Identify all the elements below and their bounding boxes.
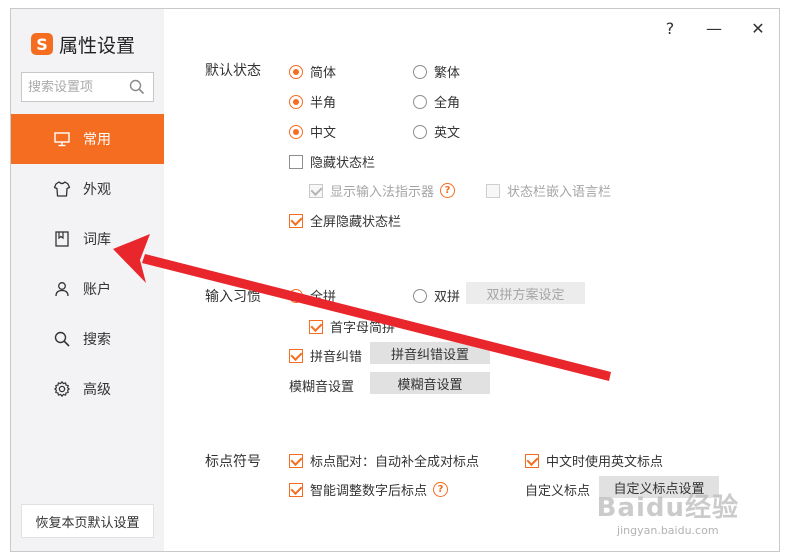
search-icon[interactable] [129, 79, 145, 95]
sidebar: S 属性设置 常用 外观 [11, 9, 164, 551]
checkbox-checked-icon [289, 348, 303, 363]
sidebar-item-advanced[interactable]: 高级 [11, 364, 164, 414]
sidebar-item-dictionary[interactable]: 词库 [11, 214, 164, 264]
titlebar-controls: ? — ✕ [659, 17, 769, 39]
sidebar-item-label: 常用 [83, 132, 111, 148]
checkbox-label: 首字母简拼 [330, 321, 396, 336]
help-icon[interactable]: ? [440, 183, 456, 198]
radio-full-width[interactable]: 全角 [413, 92, 460, 111]
punctuation-label: 标点符号 [205, 454, 261, 470]
sidebar-item-label: 账户 [83, 282, 111, 298]
checkbox-checked-icon [289, 482, 303, 497]
checkbox-embed-langbar[interactable]: 状态栏嵌入语言栏 [486, 181, 611, 200]
checkbox-initials[interactable]: 首字母简拼 [309, 317, 395, 336]
checkbox-smart-adjust[interactable]: 智能调整数字后标点 ? [289, 480, 449, 499]
user-icon [53, 280, 71, 298]
checkbox-label: 隐藏状态栏 [310, 156, 376, 171]
checkbox-label: 状态栏嵌入语言栏 [507, 185, 612, 200]
app-title: 属性设置 [59, 34, 136, 57]
default-state-label: 默认状态 [205, 63, 261, 79]
restore-defaults-button[interactable]: 恢复本页默认设置 [21, 504, 154, 538]
monitor-icon [53, 130, 71, 148]
checkbox-pinyin-correction[interactable]: 拼音纠错 [289, 346, 362, 365]
radio-checked-icon [289, 288, 303, 303]
checkbox-punct-pairing[interactable]: 标点配对：自动补全成对标点 [289, 451, 479, 470]
radio-label: 英文 [434, 126, 461, 141]
radio-label: 中文 [310, 126, 337, 141]
sidebar-item-appearance[interactable]: 外观 [11, 164, 164, 214]
checkbox-label: 显示输入法指示器 [330, 185, 435, 200]
help-icon[interactable]: ? [433, 482, 449, 497]
checkbox-checked-icon [309, 319, 323, 334]
radio-label: 双拼 [434, 290, 461, 305]
sidebar-item-label: 外观 [83, 182, 111, 198]
checkbox-show-indicator[interactable]: 显示输入法指示器 ? [309, 181, 456, 200]
checkbox-checked-icon [525, 453, 539, 468]
radio-chinese[interactable]: 中文 [289, 122, 336, 141]
sogou-logo-icon: S [31, 33, 53, 55]
sidebar-item-label: 高级 [83, 382, 111, 398]
baidu-watermark: Baidu经验 jingyan.baidu.com [597, 487, 739, 537]
settings-window: S 属性设置 常用 外观 [10, 8, 780, 552]
checkbox-english-punct[interactable]: 中文时使用英文标点 [525, 451, 663, 470]
sidebar-item-account[interactable]: 账户 [11, 264, 164, 314]
radio-english[interactable]: 英文 [413, 122, 460, 141]
checkbox-label: 智能调整数字后标点 [310, 484, 428, 499]
radio-unchecked-icon [413, 94, 427, 109]
checkbox-label: 拼音纠错 [310, 350, 363, 365]
radio-half-width[interactable]: 半角 [289, 92, 336, 111]
sidebar-item-search[interactable]: 搜索 [11, 314, 164, 364]
checkbox-hide-statusbar[interactable]: 隐藏状态栏 [289, 152, 375, 171]
radio-checked-icon [289, 64, 303, 79]
radio-unchecked-icon [413, 64, 427, 79]
help-button[interactable]: ? [659, 17, 681, 39]
checkbox-checked-disabled-icon [309, 183, 323, 198]
fuzzy-sound-settings-button[interactable]: 模糊音设置 [370, 372, 490, 394]
checkbox-unchecked-disabled-icon [486, 183, 500, 198]
radio-traditional[interactable]: 繁体 [413, 62, 460, 81]
checkbox-checked-icon [289, 453, 303, 468]
radio-label: 全拼 [310, 290, 337, 305]
checkbox-label: 标点配对：自动补全成对标点 [310, 455, 480, 470]
book-icon [53, 230, 71, 248]
brand: S 属性设置 [31, 29, 135, 59]
input-habit-label: 输入习惯 [205, 289, 261, 305]
gear-icon [53, 380, 71, 398]
sidebar-item-label: 搜索 [83, 332, 111, 348]
checkbox-label: 中文时使用英文标点 [546, 455, 664, 470]
custom-punct-label: 自定义标点 [525, 484, 591, 499]
watermark-main: Baidu经验 [596, 493, 739, 523]
radio-checked-icon [289, 94, 303, 109]
checkbox-label: 全屏隐藏状态栏 [310, 215, 402, 230]
radio-checked-icon [289, 124, 303, 139]
watermark-sub: jingyan.baidu.com [617, 524, 719, 537]
radio-unchecked-icon [413, 288, 427, 303]
checkbox-unchecked-icon [289, 154, 303, 169]
fuzzy-sound-label: 模糊音设置 [289, 380, 355, 395]
checkbox-fullscreen-hide[interactable]: 全屏隐藏状态栏 [289, 211, 401, 230]
radio-label: 全角 [434, 96, 461, 111]
pinyin-correction-settings-button[interactable]: 拼音纠错设置 [370, 342, 490, 364]
close-button[interactable]: ✕ [747, 17, 769, 39]
sidebar-item-label: 词库 [83, 232, 111, 248]
search-input[interactable] [28, 79, 123, 95]
radio-label: 简体 [310, 66, 337, 81]
radio-simplified[interactable]: 简体 [289, 62, 336, 81]
search-icon [53, 330, 71, 348]
search-box[interactable] [21, 72, 154, 102]
sidebar-item-common[interactable]: 常用 [11, 114, 164, 164]
radio-quanpin[interactable]: 全拼 [289, 286, 336, 305]
shuangpin-scheme-button[interactable]: 双拼方案设定 [466, 282, 585, 304]
radio-label: 半角 [310, 96, 337, 111]
minimize-button[interactable]: — [703, 17, 725, 39]
radio-unchecked-icon [413, 124, 427, 139]
shirt-icon [53, 180, 71, 198]
sidebar-nav: 常用 外观 词库 账户 搜索 高级 [11, 114, 164, 414]
radio-shuangpin[interactable]: 双拼 [413, 286, 460, 305]
checkbox-checked-icon [289, 213, 303, 228]
radio-label: 繁体 [434, 66, 461, 81]
